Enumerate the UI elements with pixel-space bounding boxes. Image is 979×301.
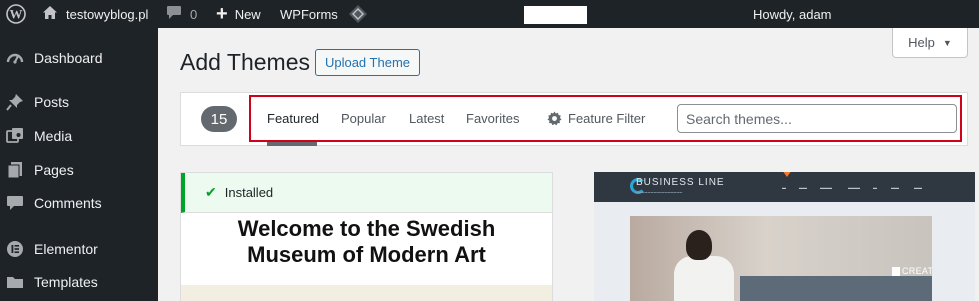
sidebar-item-media[interactable]: Media [0,121,158,151]
sidebar-item-label: Pages [34,162,74,178]
preview-badge-text: CREATION [902,266,932,276]
sidebar-item-dashboard[interactable]: Dashboard [0,43,158,73]
preview-heading-line2: Museum of Modern Art [247,242,486,267]
sidebar-item-label: Templates [34,274,98,290]
pin-icon [6,93,24,111]
help-label: Help [908,35,935,50]
sidebar-item-templates[interactable]: Templates [0,267,158,297]
theme-card-business[interactable]: BUSINESS LINE ━━━━━━━━━━━━━━━━ ▬ ▬▬ ▬▬▬ … [594,172,975,301]
page-title: Add Themes [180,49,310,75]
comment-bubble-icon [166,5,182,23]
preview-caret-icon [782,172,792,177]
theme-card-installed[interactable]: ✔ Installed Welcome to the Swedish Museu… [180,172,553,301]
preview-nav-item: ▬▬ [914,185,922,190]
preview-badge-icon [892,267,900,276]
new-content-link[interactable]: + New [216,0,261,28]
wpforms-label: WPForms [280,6,338,22]
photo-person-body [674,256,734,301]
installed-notice: ✔ Installed [181,173,552,213]
preview-footer-band [181,285,552,301]
howdy-account-link[interactable]: Howdy, adam [753,0,832,28]
photo-couch [740,276,932,301]
theme-count-badge: 15 [201,106,237,132]
theme-preview-heading: Welcome to the Swedish Museum of Modern … [181,216,552,268]
preview-hero-image: CREATION [630,216,932,301]
sidebar-item-label: Elementor [34,241,98,257]
diamond-icon[interactable] [348,0,368,28]
wordpress-logo-icon[interactable]: W [6,0,26,28]
sidebar-item-label: Media [34,128,73,144]
active-tab-indicator [267,142,317,146]
site-name: testowyblog.pl [66,6,149,22]
admin-bar: W testowyblog.pl 0 + New WPForms Howdy, … [0,0,979,28]
svg-text:W: W [10,7,23,22]
preview-nav-item: ▬ [873,185,877,190]
help-button[interactable]: Help ▼ [892,28,968,58]
sidebar-item-label: Posts [34,94,70,110]
elementor-icon [6,240,24,258]
comment-icon [6,194,24,212]
blank-field [524,6,587,24]
photo-person-head [686,230,712,260]
comments-count: 0 [190,6,198,22]
sidebar-item-pages[interactable]: Pages [0,155,158,185]
sidebar-item-label: Comments [34,195,102,211]
preview-nav-item: ▬▬▬ [848,185,860,190]
installed-label: Installed [224,185,274,200]
pages-icon [6,161,24,179]
sidebar-item-elementor[interactable]: Elementor [0,234,158,264]
home-icon [42,5,58,23]
comments-link[interactable]: 0 [166,0,197,28]
wpforms-link[interactable]: WPForms [280,0,338,28]
new-label: New [234,6,261,22]
admin-sidebar: Dashboard Posts Media Pages Comments Ele… [0,28,158,301]
plus-icon: + [216,3,228,25]
preview-nav-item: ▬▬ [891,185,899,190]
preview-logo-text: BUSINESS LINE [636,177,725,188]
site-name-link[interactable]: testowyblog.pl [42,0,148,28]
folder-icon [6,273,24,291]
sidebar-item-posts[interactable]: Posts [0,87,158,117]
upload-theme-button[interactable]: Upload Theme [315,49,420,76]
checkmark-icon: ✔ [205,184,217,200]
sidebar-item-comments[interactable]: Comments [0,188,158,218]
preview-nav-item: ▬ [782,185,786,190]
preview-heading-line1: Welcome to the Swedish [237,216,496,241]
caret-down-icon: ▼ [942,37,952,48]
preview-nav-item: ▬▬ [799,185,807,190]
sidebar-item-label: Dashboard [34,50,103,66]
preview-tagline: ━━━━━━━━━━━━━━━━ [636,190,683,195]
media-icon [6,127,24,145]
preview-nav-item: ▬▬▬ [820,185,832,190]
dashboard-icon [6,49,24,67]
annotation-highlight-box [249,95,962,142]
